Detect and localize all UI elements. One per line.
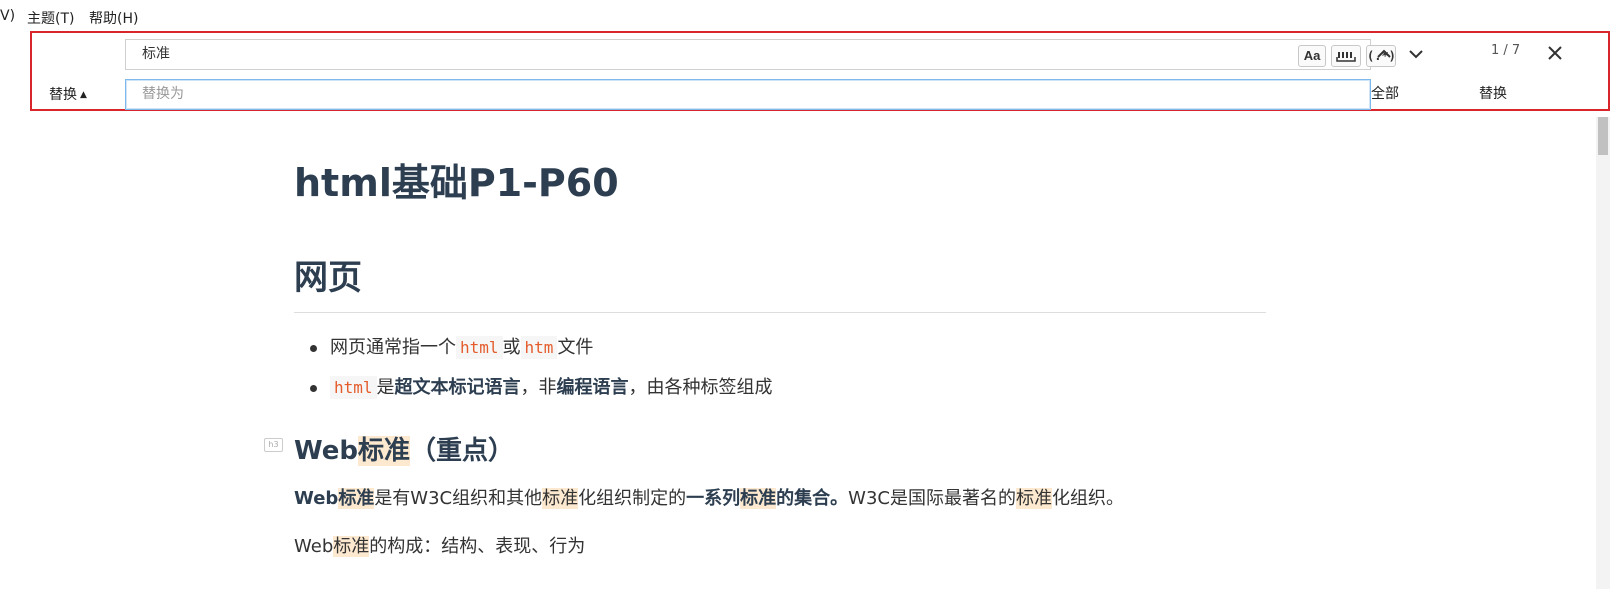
- replace-toggle[interactable]: 替换 ▲: [49, 84, 87, 104]
- close-find-button[interactable]: [1544, 42, 1566, 64]
- search-highlight: 标准: [333, 536, 370, 557]
- replace-button[interactable]: 替换: [1479, 83, 1507, 103]
- scrollbar-thumb[interactable]: [1598, 117, 1608, 155]
- inline-code: html: [330, 376, 377, 399]
- close-icon: [1548, 46, 1562, 60]
- list-item: html 是超文本标记语言，非编程语言，由各种标签组成: [294, 374, 773, 414]
- list-item: 网页通常指一个 html 或 htm 文件: [294, 334, 773, 374]
- menu-theme[interactable]: 主题(T): [27, 8, 74, 28]
- heading-divider: [294, 312, 1266, 313]
- replace-toggle-label: 替换: [49, 87, 77, 103]
- match-counter: 1 / 7: [1491, 43, 1521, 58]
- next-match-button[interactable]: [1405, 43, 1427, 65]
- menu-help[interactable]: 帮助(H): [89, 8, 138, 28]
- bullet-list: 网页通常指一个 html 或 htm 文件 html 是超文本标记语言，非编程语言，由各种…: [294, 334, 773, 414]
- find-replace-panel: 标准 Aa (.*) 1 / 7 替换 ▲ 替换为 全部 替换: [30, 31, 1610, 111]
- search-highlight: 标准: [358, 436, 411, 466]
- previous-match-button[interactable]: [1373, 43, 1395, 65]
- menu-bar: V) 主题(T) 帮助(H): [0, 0, 1614, 32]
- vertical-scrollbar[interactable]: [1596, 117, 1610, 589]
- subsection-heading: Web标准（重点）: [294, 436, 515, 466]
- match-case-button[interactable]: Aa: [1298, 45, 1326, 67]
- document-content: html基础P1-P60 网页 网页通常指一个 html 或 htm 文件 html 是超…: [0, 112, 1596, 589]
- menu-view[interactable]: V): [0, 8, 15, 24]
- doc-title: html基础P1-P60: [294, 161, 619, 205]
- paragraph: Web标准的构成：结构、表现、行为: [294, 536, 586, 557]
- replace-all-button[interactable]: 全部: [1371, 83, 1399, 103]
- whole-word-button[interactable]: [1331, 45, 1361, 67]
- chevron-down-icon: [1409, 50, 1423, 59]
- replace-input[interactable]: 替换为: [125, 79, 1371, 110]
- heading-level-marker[interactable]: h3: [264, 438, 283, 452]
- section-heading: 网页: [294, 258, 362, 298]
- search-highlight: 标准: [740, 488, 777, 509]
- triangle-up-icon: ▲: [80, 90, 87, 100]
- search-highlight: 标准: [338, 488, 375, 509]
- chevron-up-icon: [1377, 49, 1391, 58]
- paragraph: Web标准是有W3C组织和其他标准化组织制定的一系列标准的集合。W3C是国际最著…: [294, 488, 1124, 509]
- inline-code: html: [456, 336, 503, 359]
- whole-word-icon: [1336, 52, 1356, 62]
- inline-code: htm: [520, 336, 558, 359]
- replace-placeholder: 替换为: [142, 86, 184, 102]
- search-input[interactable]: 标准: [125, 39, 1371, 70]
- search-query: 标准: [142, 46, 170, 62]
- search-highlight: 标准: [542, 488, 579, 509]
- search-highlight: 标准: [1015, 488, 1052, 509]
